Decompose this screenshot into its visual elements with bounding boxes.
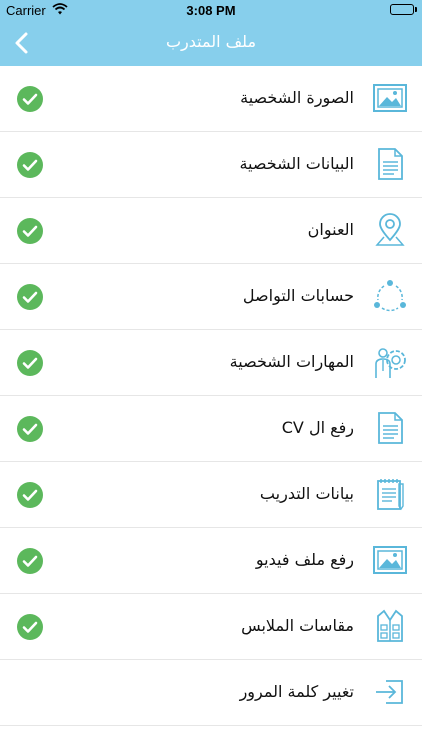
list-item[interactable]: رفع ال CV — [0, 396, 422, 462]
checkmark-icon — [17, 152, 43, 178]
login-arrow-icon — [372, 674, 408, 710]
checkmark-icon — [17, 218, 43, 244]
list-item-label: المهارات الشخصية — [229, 352, 354, 371]
list-item[interactable]: البيانات الشخصية — [0, 132, 422, 198]
list-item[interactable]: المهارات الشخصية — [0, 330, 422, 396]
status-bar: Carrier 3:08 PM — [0, 0, 422, 20]
battery-icon — [390, 4, 417, 15]
vest-icon — [372, 608, 408, 644]
list-item-label: تغيير كلمة المرور — [239, 682, 354, 701]
checkmark-icon — [17, 614, 43, 640]
list-item-label: البيانات الشخصية — [239, 154, 354, 173]
notepad-icon — [372, 476, 408, 512]
list-item[interactable]: مقاسات الملابس — [0, 594, 422, 660]
document-icon — [372, 410, 408, 446]
profile-section-list: الصورة الشخصية البيانات الشخصية العنوان … — [0, 66, 422, 726]
list-item-label: رفع ال CV — [281, 418, 354, 437]
list-item[interactable]: رفع ملف فيديو — [0, 528, 422, 594]
location-pin-icon — [372, 212, 408, 248]
checkmark-icon — [17, 350, 43, 376]
list-item-label: العنوان — [307, 220, 354, 239]
share-network-icon — [372, 278, 408, 314]
list-item[interactable]: الصورة الشخصية — [0, 66, 422, 132]
list-item[interactable]: تغيير كلمة المرور — [0, 660, 422, 726]
list-item[interactable]: حسابات التواصل — [0, 264, 422, 330]
page-title: ملف المتدرب — [165, 32, 257, 51]
image-icon — [372, 80, 408, 116]
list-item[interactable]: بيانات التدريب — [0, 462, 422, 528]
nav-bar: ملف المتدرب — [0, 20, 422, 66]
checkmark-icon — [17, 482, 43, 508]
document-icon — [372, 146, 408, 182]
checkmark-icon — [17, 416, 43, 442]
list-item-label: حسابات التواصل — [242, 286, 354, 305]
list-item-label: مقاسات الملابس — [241, 616, 354, 635]
list-item[interactable]: العنوان — [0, 198, 422, 264]
image-icon — [372, 542, 408, 578]
checkmark-icon — [17, 548, 43, 574]
checkmark-icon — [17, 284, 43, 310]
list-item-label: بيانات التدريب — [259, 484, 354, 503]
list-item-label: الصورة الشخصية — [240, 88, 354, 107]
clock: 3:08 PM — [186, 3, 236, 18]
checkmark-icon — [17, 86, 43, 112]
person-gear-icon — [372, 344, 408, 380]
list-item-label: رفع ملف فيديو — [255, 550, 354, 569]
